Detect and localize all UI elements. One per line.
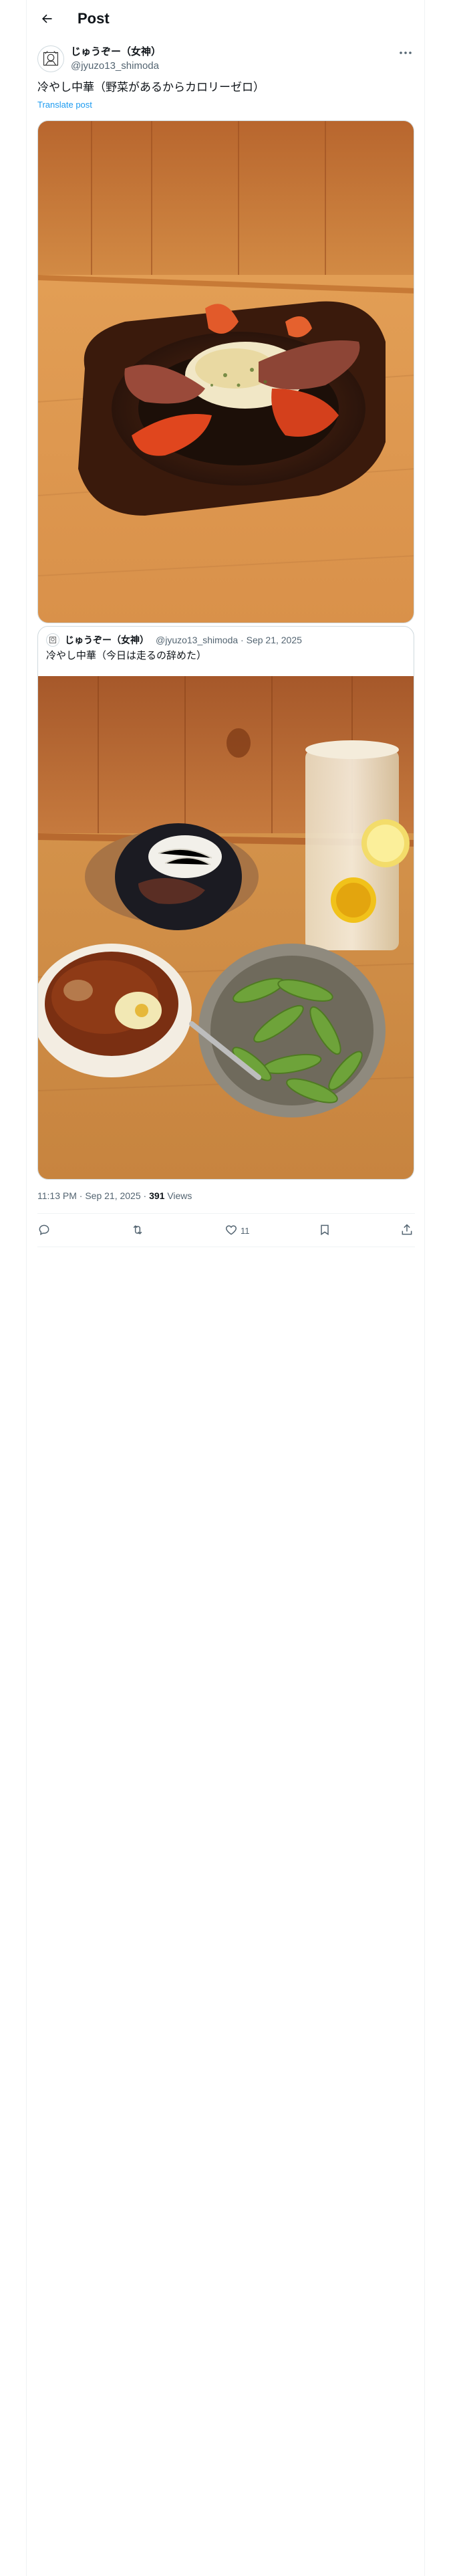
avatar[interactable] — [37, 45, 64, 72]
like-button[interactable]: 11 — [224, 1222, 250, 1239]
share-icon — [400, 1223, 414, 1239]
quoted-post[interactable]: じゅうぞー（女神） @jyuzo13_shimoda · Sep 21, 202… — [37, 626, 414, 1180]
quoted-avatar — [46, 633, 59, 647]
bookmark-icon — [318, 1223, 331, 1239]
repost-icon — [131, 1223, 144, 1239]
share-button[interactable] — [400, 1222, 414, 1239]
like-icon — [224, 1223, 238, 1239]
divider — [37, 1213, 415, 1214]
author-handle[interactable]: @jyuzo13_shimoda — [71, 60, 159, 73]
page-title: Post — [78, 10, 110, 27]
top-bar: Post — [27, 0, 426, 37]
back-arrow-icon[interactable] — [37, 9, 56, 28]
action-bar: 11 — [37, 1214, 415, 1247]
more-icon[interactable] — [398, 47, 414, 59]
post-photo[interactable] — [37, 120, 414, 623]
quoted-author-handle: @jyuzo13_shimoda · Sep 21, 2025 — [156, 635, 302, 645]
author-name[interactable]: じゅうぞー（女神） — [71, 45, 161, 59]
translate-link[interactable]: Translate post — [37, 99, 92, 111]
quoted-photo[interactable] — [38, 676, 414, 1179]
views-count: 391 — [149, 1190, 165, 1201]
views-label: Views — [164, 1190, 192, 1201]
like-count: 11 — [241, 1225, 250, 1236]
reply-button[interactable] — [37, 1222, 51, 1239]
post-text: 冷やし中華（野菜があるからカロリーゼロ） — [37, 81, 265, 94]
repost-button[interactable] — [131, 1222, 144, 1239]
reply-icon — [37, 1223, 51, 1239]
quoted-post-text: 冷やし中華（今日は走るの辞めた） — [46, 650, 207, 661]
bookmark-button[interactable] — [318, 1222, 331, 1239]
quoted-author-name: じゅうぞー（女神） — [65, 635, 149, 645]
post-meta: 11:13 PM · Sep 21, 2025 · 391 Views — [37, 1189, 192, 1202]
post-timestamp[interactable]: 11:13 PM · Sep 21, 2025 · — [37, 1190, 149, 1201]
post-column: Post じゅうぞー（女神） @jyuzo13_shimoda 冷やし中華（野菜… — [26, 0, 425, 2576]
